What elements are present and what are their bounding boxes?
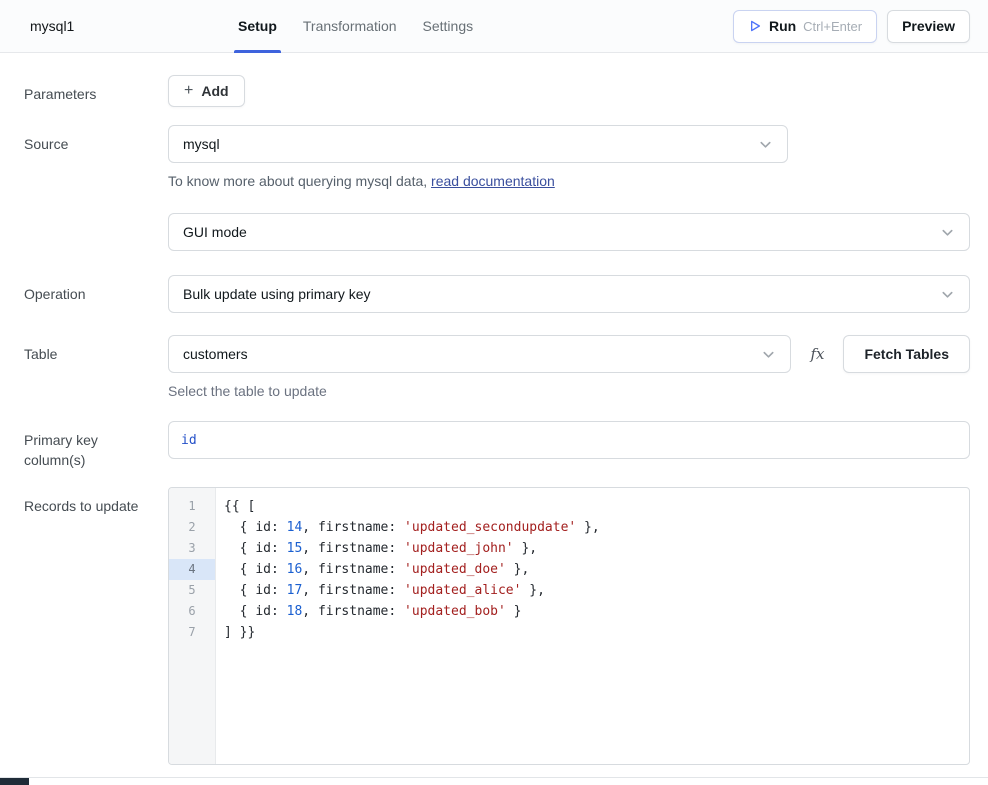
table-help-text: Select the table to update	[168, 383, 970, 399]
play-icon	[748, 19, 762, 33]
code-line: { id: 14, firstname: 'updated_secondupda…	[216, 517, 969, 538]
query-name: mysql1	[30, 18, 238, 34]
table-select[interactable]: customers	[168, 335, 791, 373]
chevron-down-icon	[761, 347, 776, 362]
mode-select[interactable]: GUI mode	[168, 213, 970, 251]
code-line: { id: 17, firstname: 'updated_alice' },	[216, 580, 969, 601]
code-gutter: 1234567	[169, 488, 216, 764]
records-label: Records to update	[24, 487, 168, 765]
source-help-text: To know more about querying mysql data, …	[168, 173, 970, 189]
records-code-editor[interactable]: 1234567 {{ [ { id: 14, firstname: 'updat…	[168, 487, 970, 765]
operation-label: Operation	[24, 275, 168, 335]
tab-settings[interactable]: Settings	[423, 0, 474, 52]
run-shortcut: Ctrl+Enter	[803, 19, 862, 34]
source-value: mysql	[183, 136, 220, 152]
primary-key-input[interactable]: id	[168, 421, 970, 459]
add-parameter-button[interactable]: + Add	[168, 75, 245, 107]
mode-label-spacer	[24, 213, 168, 275]
primary-key-label: Primary key column(s)	[24, 421, 168, 487]
table-value: customers	[183, 346, 248, 362]
header-actions: Run Ctrl+Enter Preview	[733, 10, 970, 43]
line-number: 5	[169, 580, 215, 601]
code-line: { id: 16, firstname: 'updated_doe' },	[216, 559, 969, 580]
fx-toggle[interactable]: fx	[808, 345, 826, 363]
source-label: Source	[24, 125, 168, 213]
tab-transformation[interactable]: Transformation	[303, 0, 397, 52]
bottom-left-bar	[0, 778, 29, 785]
add-label: Add	[201, 83, 228, 99]
operation-select[interactable]: Bulk update using primary key	[168, 275, 970, 313]
line-number: 4	[169, 559, 215, 580]
primary-key-value: id	[181, 433, 197, 448]
run-label: Run	[769, 18, 796, 34]
chevron-down-icon	[758, 137, 773, 152]
line-number: 6	[169, 601, 215, 622]
line-number: 3	[169, 538, 215, 559]
operation-value: Bulk update using primary key	[183, 286, 371, 302]
line-number: 1	[169, 496, 215, 517]
preview-button[interactable]: Preview	[887, 10, 970, 43]
code-line: { id: 18, firstname: 'updated_bob' }	[216, 601, 969, 622]
mode-value: GUI mode	[183, 224, 247, 240]
line-number: 2	[169, 517, 215, 538]
parameters-label: Parameters	[24, 75, 168, 125]
run-button[interactable]: Run Ctrl+Enter	[733, 10, 877, 43]
code-line: {{ [	[216, 496, 969, 517]
source-select[interactable]: mysql	[168, 125, 788, 163]
chevron-down-icon	[940, 287, 955, 302]
tab-setup[interactable]: Setup	[238, 0, 277, 52]
editor-tabs: Setup Transformation Settings	[238, 0, 473, 52]
chevron-down-icon	[940, 225, 955, 240]
table-label: Table	[24, 335, 168, 421]
fetch-tables-button[interactable]: Fetch Tables	[843, 335, 970, 373]
line-number: 7	[169, 622, 215, 643]
bottom-divider	[0, 777, 988, 778]
query-header: mysql1 Setup Transformation Settings Run…	[0, 0, 988, 53]
source-help-prefix: To know more about querying mysql data,	[168, 173, 431, 189]
plus-icon: +	[184, 83, 193, 99]
query-editor-panel: mysql1 Setup Transformation Settings Run…	[0, 0, 988, 765]
query-form: Parameters + Add Source mysql To know mo…	[0, 53, 988, 765]
code-lines: {{ [ { id: 14, firstname: 'updated_secon…	[216, 488, 969, 764]
code-line: { id: 15, firstname: 'updated_john' },	[216, 538, 969, 559]
code-line: ] }}	[216, 622, 969, 643]
read-documentation-link[interactable]: read documentation	[431, 173, 555, 189]
